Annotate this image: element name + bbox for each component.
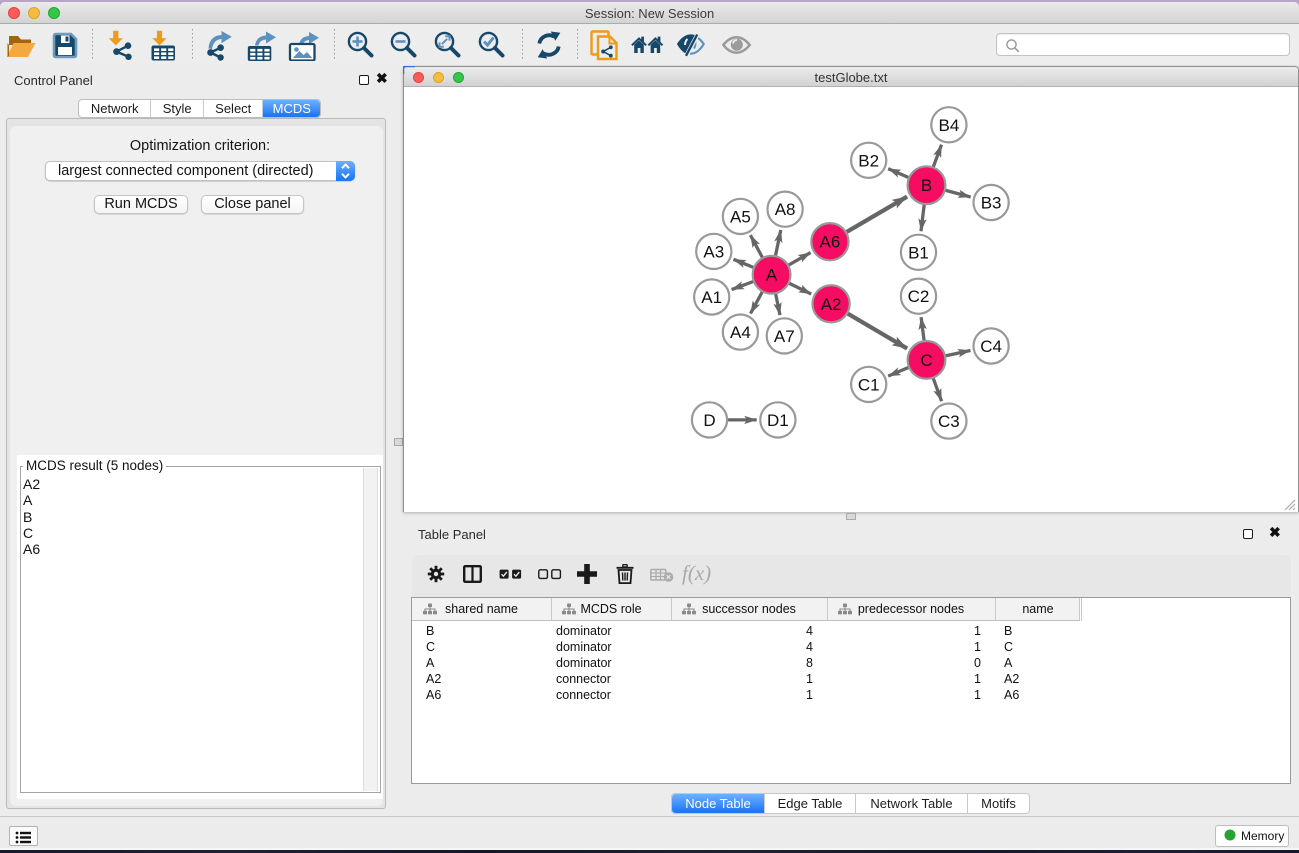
svg-text:C2: C2 <box>908 287 930 306</box>
svg-text:A1: A1 <box>701 288 722 307</box>
svg-text:D1: D1 <box>767 411 789 430</box>
svg-text:A5: A5 <box>730 207 751 226</box>
svg-text:A8: A8 <box>775 200 796 219</box>
svg-text:B4: B4 <box>939 116 960 135</box>
svg-text:C: C <box>920 351 932 370</box>
svg-text:C1: C1 <box>858 375 880 394</box>
svg-text:B1: B1 <box>908 243 929 262</box>
svg-text:A4: A4 <box>730 323 751 342</box>
svg-text:A2: A2 <box>821 295 842 314</box>
svg-text:B3: B3 <box>981 194 1002 213</box>
svg-text:A3: A3 <box>703 242 724 261</box>
svg-text:B: B <box>921 176 932 195</box>
svg-text:D: D <box>703 411 715 430</box>
svg-text:C4: C4 <box>980 337 1002 356</box>
svg-text:C3: C3 <box>938 412 960 431</box>
svg-text:A6: A6 <box>820 233 841 252</box>
svg-text:A7: A7 <box>774 327 795 346</box>
svg-text:B2: B2 <box>858 151 879 170</box>
svg-text:A: A <box>766 266 778 285</box>
